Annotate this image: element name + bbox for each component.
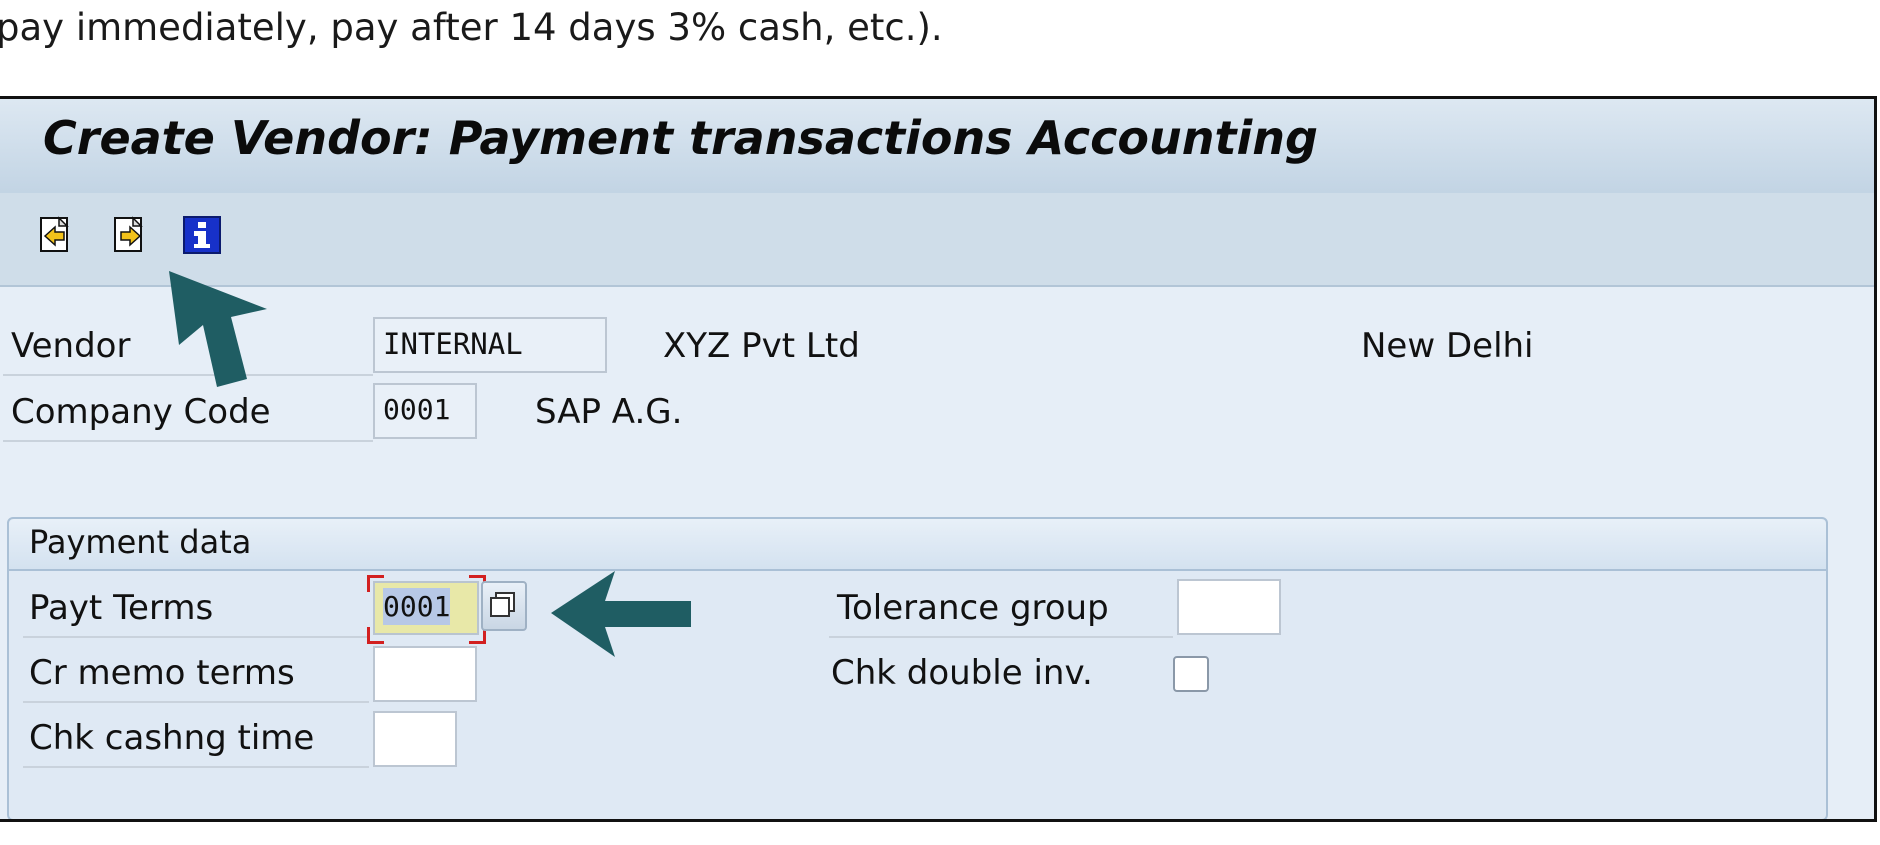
tolerance-group-underline xyxy=(829,636,1173,638)
company-code-field[interactable]: 0001 xyxy=(373,383,477,439)
vendor-field[interactable]: INTERNAL xyxy=(373,317,607,373)
cr-memo-terms-field[interactable] xyxy=(373,646,477,702)
annotation-arrow-payt-terms xyxy=(551,571,691,657)
annotation-arrow-toolbar xyxy=(169,271,267,387)
title-bar: Create Vendor: Payment transactions Acco… xyxy=(0,99,1874,193)
vendor-name: XYZ Pvt Ltd xyxy=(663,326,860,366)
tolerance-group-label: Tolerance group xyxy=(837,588,1109,628)
value-help-button[interactable] xyxy=(481,581,527,631)
chk-double-inv-label: Chk double inv. xyxy=(831,653,1093,693)
caption-text: pay immediately, pay after 14 days 3% ca… xyxy=(0,6,943,49)
value-help-icon xyxy=(490,592,515,617)
payt-terms-label: Payt Terms xyxy=(29,588,214,628)
payment-data-header: Payment data xyxy=(9,519,1826,571)
focus-corner-bl xyxy=(367,627,384,644)
payment-data-title: Payment data xyxy=(29,523,252,561)
chk-cashng-time-label: Chk cashng time xyxy=(29,718,315,758)
focus-corner-tl xyxy=(367,575,384,592)
company-code-label-underline xyxy=(3,440,373,442)
previous-screen-icon[interactable] xyxy=(37,216,75,254)
cr-memo-terms-label: Cr memo terms xyxy=(29,653,295,693)
payt-terms-value: 0001 xyxy=(383,588,451,625)
chk-cashng-time-underline xyxy=(23,766,369,768)
vendor-label: Vendor xyxy=(11,326,131,366)
tolerance-group-field[interactable] xyxy=(1177,579,1281,635)
payt-terms-underline xyxy=(23,636,369,638)
vendor-city: New Delhi xyxy=(1361,326,1534,366)
payt-terms-field[interactable]: 0001 xyxy=(373,581,479,635)
next-screen-icon[interactable] xyxy=(111,216,149,254)
chk-double-inv-checkbox[interactable] xyxy=(1173,656,1209,692)
company-name: SAP A.G. xyxy=(535,392,683,432)
application-toolbar xyxy=(0,193,1874,287)
cr-memo-terms-underline xyxy=(23,701,369,703)
window-title: Create Vendor: Payment transactions Acco… xyxy=(43,111,1318,165)
chk-cashng-time-field[interactable] xyxy=(373,711,457,767)
info-icon[interactable] xyxy=(183,216,221,254)
sap-window: Create Vendor: Payment transactions Acco… xyxy=(0,96,1877,822)
